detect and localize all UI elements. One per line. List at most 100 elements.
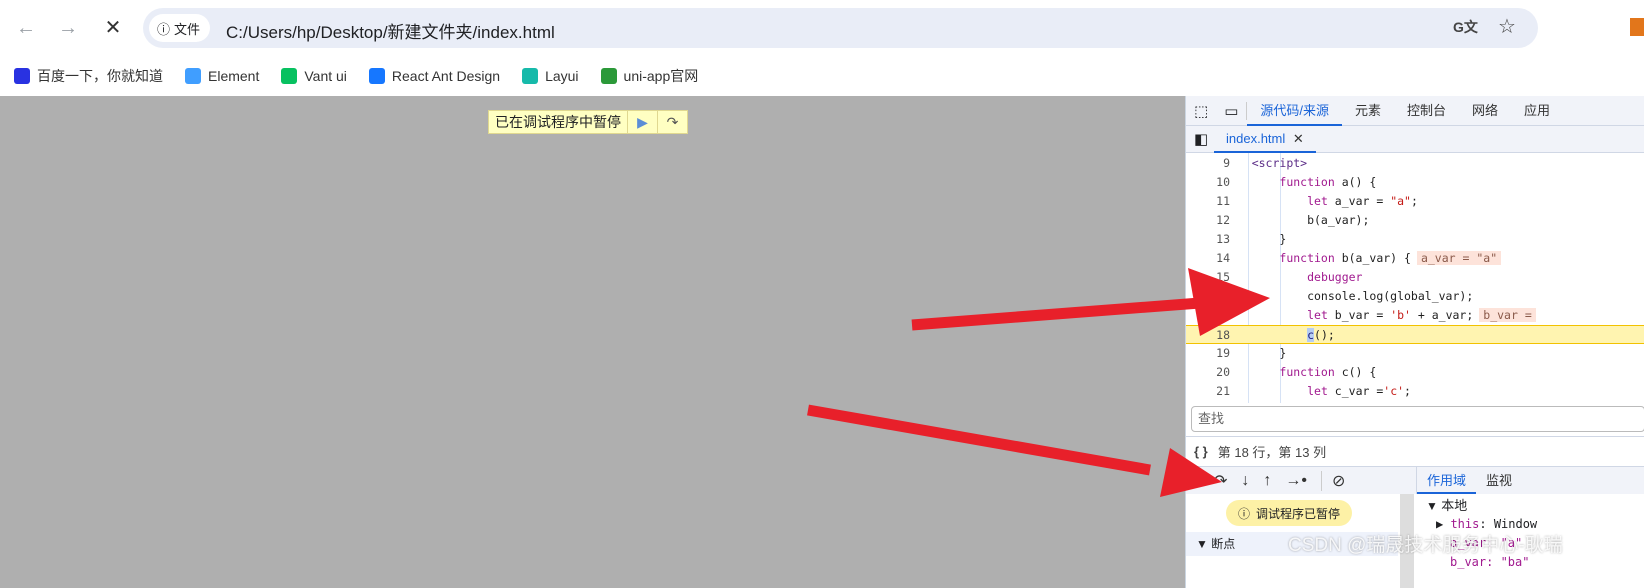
step-into-icon[interactable]: ↓ <box>1241 472 1249 490</box>
bookmark-item[interactable]: Element <box>185 68 259 84</box>
code-line[interactable]: 13 } <box>1186 230 1644 249</box>
code-token: function <box>1279 251 1335 265</box>
inspect-element-icon[interactable]: ⬚ <box>1186 102 1216 120</box>
code-token: 'c' <box>1383 384 1405 398</box>
bookmark-favicon-icon <box>14 68 30 84</box>
address-bar[interactable]: ⓘ 文件 C:/Users/hp/Desktop/新建文件夹/index.html… <box>143 8 1538 48</box>
forward-button[interactable]: → <box>54 14 82 42</box>
devtools-tab[interactable]: 应用 <box>1511 96 1563 126</box>
extension-icon[interactable] <box>1630 18 1644 36</box>
translate-icon[interactable]: G文 <box>1453 17 1478 37</box>
paused-pill-text: 调试程序已暂停 <box>1256 506 1341 521</box>
code-token: a_var = <box>1327 194 1391 208</box>
file-tab-index-html[interactable]: index.html ✕ <box>1214 126 1316 153</box>
resume-button[interactable]: ▶ <box>627 111 657 133</box>
code-token: <script> <box>1251 156 1308 170</box>
code-token: c <box>1307 328 1315 342</box>
toggle-navigator-icon[interactable]: ◧ <box>1194 130 1208 148</box>
code-token: } <box>1224 346 1287 360</box>
code-token: console.log(global_var); <box>1224 289 1474 303</box>
tab-watch[interactable]: 监视 <box>1476 467 1522 494</box>
code-line[interactable]: 22 } <box>1186 401 1644 403</box>
code-token: b(a_var); <box>1224 213 1370 227</box>
code-line[interactable]: 9 <script> <box>1186 154 1644 173</box>
bookmark-star-icon[interactable]: ☆ <box>1498 14 1516 39</box>
step-icon[interactable]: →• <box>1285 472 1307 490</box>
devtools-tab[interactable]: 元素 <box>1342 96 1394 126</box>
page-viewport <box>0 96 1185 588</box>
editor-status-bar: { } 第 18 行，第 13 列 <box>1186 436 1644 466</box>
bookmark-favicon-icon <box>368 68 385 84</box>
bookmark-item[interactable]: React Ant Design <box>368 68 501 84</box>
bookmark-favicon-icon <box>185 68 201 84</box>
devtools-tab[interactable]: 控制台 <box>1394 96 1459 126</box>
current-execution-line[interactable]: 18 c(); <box>1186 325 1644 344</box>
pretty-print-icon[interactable]: { } <box>1194 444 1208 459</box>
code-line[interactable]: 21 let c_var ='c'; <box>1186 382 1644 401</box>
code-token: debugger <box>1307 270 1363 284</box>
code-text: let a_var = "a"; <box>1224 192 1418 211</box>
bookmark-favicon-icon <box>600 68 617 84</box>
step-over-icon[interactable]: ↷ <box>1214 471 1227 491</box>
code-token: ; <box>1404 384 1411 398</box>
paused-in-debugger-banner: 已在调试程序中暂停 ▶ ↷ <box>488 110 688 134</box>
step-out-icon[interactable]: ↑ <box>1263 472 1271 490</box>
devtools-tab[interactable]: 源代码/来源 <box>1247 96 1342 126</box>
site-info-chip[interactable]: ⓘ 文件 <box>149 14 211 42</box>
devtools-tab[interactable]: 网络 <box>1459 96 1511 126</box>
code-text: b(a_var); <box>1224 211 1369 230</box>
file-tab-label: index.html <box>1226 131 1286 146</box>
browser-toolbar: ← → ✕ ⓘ 文件 C:/Users/hp/Desktop/新建文件夹/inde… <box>0 0 1644 56</box>
code-line[interactable]: 10 function a() { <box>1186 173 1644 192</box>
device-toolbar-icon[interactable]: ▭ <box>1216 101 1248 120</box>
bookmark-label: uni-app官网 <box>623 68 699 84</box>
find-input[interactable]: 查找 <box>1191 406 1644 432</box>
code-line[interactable]: 15 debugger <box>1186 268 1644 287</box>
code-line[interactable]: 19 } <box>1186 344 1644 363</box>
scope-local-header[interactable]: ▼ 本地 <box>1426 496 1537 515</box>
file-tabbar: ◧ index.html ✕ <box>1186 126 1644 153</box>
info-icon: ⓘ <box>157 21 171 37</box>
code-line[interactable]: 16 console.log(global_var); <box>1186 287 1644 306</box>
bookmark-item[interactable]: uni-app官网 <box>600 66 699 86</box>
bookmark-label: 百度一下，你就知道 <box>37 68 163 84</box>
cursor-position: 第 18 行，第 13 列 <box>1217 445 1327 460</box>
code-line[interactable]: 11 let a_var = "a"; <box>1186 192 1644 211</box>
scope-key: this <box>1450 517 1480 531</box>
close-tab-icon[interactable]: ✕ <box>1293 131 1304 146</box>
code-editor[interactable]: 9 <script> 10 function a() {11 let a_var … <box>1186 153 1644 403</box>
back-button[interactable]: ← <box>12 14 40 42</box>
watermark: CSDN @瑞晟技术服务中心-耿瑞 <box>1288 535 1563 556</box>
debugger-toolbar: ↷ ↓ ↑ →• ⊘ <box>1186 466 1416 494</box>
inline-value: b_var = <box>1479 308 1536 322</box>
code-line[interactable]: 20 function c() { <box>1186 363 1644 382</box>
devtools-panel: ⬚ ▭ 源代码/来源 元素 控制台 网络 应用 ◧ index.html ✕ 9 <sc… <box>1185 96 1644 588</box>
bookmark-item[interactable]: 百度一下，你就知道 <box>14 66 163 86</box>
url-text[interactable]: C:/Users/hp/Desktop/新建文件夹/index.html <box>226 18 555 43</box>
stop-loading-button[interactable]: ✕ <box>99 14 127 42</box>
tab-scope[interactable]: 作用域 <box>1417 467 1477 494</box>
code-token: a() { <box>1334 175 1377 189</box>
code-line[interactable]: 14 function b(a_var) {a_var = "a" <box>1186 249 1644 268</box>
code-token: let <box>1307 384 1328 398</box>
bookmark-item[interactable]: Layui <box>522 68 579 84</box>
bookmark-label: React Ant Design <box>391 68 501 84</box>
scope-value: Window <box>1493 517 1538 531</box>
code-line[interactable]: 17 let b_var = 'b' + a_var; b_var = <box>1186 306 1644 325</box>
debugger-paused-pill: ⓘ 调试程序已暂停 <box>1226 500 1353 526</box>
step-over-button[interactable]: ↷ <box>657 111 687 133</box>
breakpoints-label: 断点 <box>1211 537 1236 551</box>
code-token: "a" <box>1390 194 1411 208</box>
code-token: function <box>1279 365 1335 379</box>
deactivate-breakpoints-icon[interactable]: ⊘ <box>1321 470 1345 491</box>
bookmark-item[interactable]: Vant ui <box>281 68 347 84</box>
code-token: c() { <box>1334 365 1377 379</box>
code-line[interactable]: 12 b(a_var); <box>1186 211 1644 230</box>
devtools-tabbar: ⬚ ▭ 源代码/来源 元素 控制台 网络 应用 <box>1186 96 1644 126</box>
